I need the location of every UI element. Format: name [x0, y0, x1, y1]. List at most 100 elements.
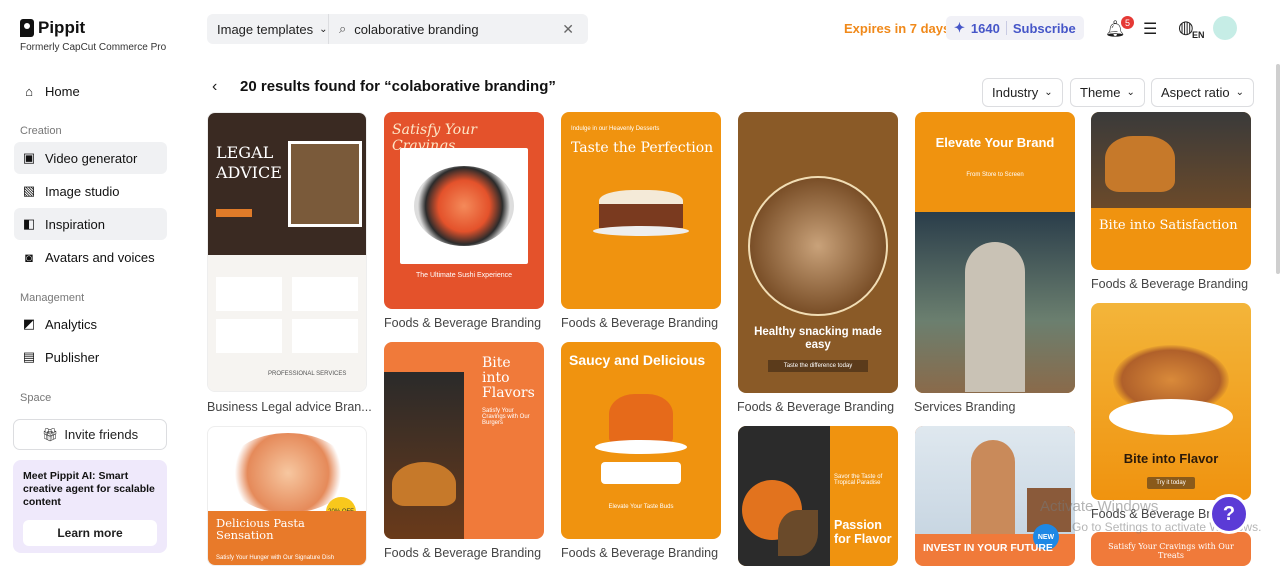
- card-image: [593, 184, 689, 246]
- template-card[interactable]: Satisfy Your Cravings The Ultimate Sushi…: [384, 112, 544, 309]
- sidebar-item-inspiration[interactable]: ◧ Inspiration: [14, 208, 167, 240]
- sidebar-item-label: Video generator: [45, 150, 138, 166]
- template-card[interactable]: NEW INVEST IN YOUR FUTURE: [915, 426, 1075, 566]
- template-card[interactable]: Savor the Taste of Tropical Paradise Pas…: [738, 426, 898, 566]
- card-art-title: LEGAL ADVICE: [216, 143, 282, 182]
- card-pedestal: [1109, 399, 1233, 435]
- home-icon: ⌂: [25, 83, 33, 99]
- calendar-icon: ▤: [22, 349, 36, 364]
- credits-pill: ✦ 1640 Subscribe: [946, 16, 1084, 40]
- card-art-sub: Satisfy Your Cravings with Our Burgers: [482, 408, 530, 426]
- avatar[interactable]: [1213, 16, 1237, 40]
- card-label[interactable]: Business Legal advice Bran...: [207, 400, 372, 414]
- card-label[interactable]: Foods & Beverage Branding: [561, 316, 718, 330]
- sparkle-icon: ✦: [954, 20, 965, 35]
- card-label[interactable]: Services Branding: [914, 400, 1015, 414]
- subscribe-button[interactable]: Subscribe: [1013, 21, 1076, 36]
- pippit-logo-icon: [20, 19, 34, 37]
- card-art-title: Passion for Flavor: [834, 518, 892, 546]
- video-icon: ▣: [22, 150, 36, 165]
- card-art-sub: Indulge in our Heavenly Desserts: [571, 126, 660, 132]
- language-label: EN: [1192, 30, 1205, 40]
- brand-name: Pippit: [38, 18, 86, 37]
- card-image: [595, 390, 687, 488]
- card-art-title: Saucy and Delicious: [569, 352, 706, 368]
- sidebar-item-label: Publisher: [45, 349, 100, 365]
- card-label[interactable]: Foods & Beverage Branding: [384, 546, 541, 560]
- template-card[interactable]: Indulge in our Heavenly Desserts Taste t…: [561, 112, 721, 309]
- card-art-title: Bite into Satisfaction: [1099, 218, 1238, 233]
- chevron-down-icon: ⌄: [1044, 87, 1053, 98]
- section-label-management: Management: [20, 292, 85, 304]
- card-tile: [292, 319, 358, 353]
- template-card[interactable]: Bite into Flavor Try it today: [1091, 303, 1251, 500]
- section-label-creation: Creation: [20, 125, 62, 137]
- template-card[interactable]: Saucy and Delicious Elevate Your Taste B…: [561, 342, 721, 539]
- filter-label: Aspect ratio: [1161, 85, 1230, 100]
- card-label[interactable]: Foods & Beverage Branding: [384, 316, 541, 330]
- card-label[interactable]: Foods & Beverage Branding: [737, 400, 894, 414]
- search-input[interactable]: colaborative branding: [354, 22, 478, 37]
- template-card[interactable]: Healthy snacking made easy Taste the dif…: [738, 112, 898, 393]
- card-image: [738, 426, 830, 566]
- filter-label: Industry: [992, 85, 1039, 100]
- brand-subtitle: Formerly CapCut Commerce Pro: [20, 42, 167, 53]
- sidebar-item-home[interactable]: ⌂ Home: [14, 75, 167, 107]
- close-icon[interactable]: ✕: [562, 21, 574, 38]
- layers-icon[interactable]: ☰: [1143, 19, 1157, 39]
- card-body: PROFESSIONAL SERVICES: [208, 255, 366, 391]
- sidebar-item-publisher[interactable]: ▤ Publisher: [14, 341, 167, 373]
- promo-card: Meet Pippit AI: Smart creative agent for…: [13, 460, 167, 553]
- template-card[interactable]: 20% OFF Delicious Pasta Sensation Satisf…: [207, 426, 367, 566]
- filter-theme[interactable]: Theme ⌄: [1070, 78, 1145, 107]
- template-card[interactable]: LEGAL ADVICE PROFESSIONAL SERVICES: [207, 112, 367, 392]
- help-button[interactable]: ?: [1209, 494, 1249, 534]
- card-art-title: Satisfy Your Cravings with Our Treats: [1108, 542, 1234, 560]
- template-type-label: Image templates: [217, 21, 314, 37]
- sidebar-item-image-studio[interactable]: ▧ Image studio: [14, 175, 167, 207]
- sidebar-item-avatars[interactable]: ◙ Avatars and voices: [14, 241, 167, 273]
- scrollbar[interactable]: [1276, 64, 1280, 274]
- brand-logo[interactable]: Pippit: [20, 18, 85, 38]
- template-card[interactable]: Bite into Flavors Satisfy Your Cravings …: [384, 342, 544, 539]
- question-icon: ?: [1222, 502, 1236, 525]
- card-image: [384, 372, 464, 539]
- card-art-title: Bite into Flavors: [482, 355, 535, 401]
- card-art-sub: PROFESSIONAL SERVICES: [268, 371, 347, 377]
- card-image: [288, 141, 362, 227]
- filter-label: Theme: [1080, 85, 1121, 100]
- template-card[interactable]: Satisfy Your Cravings with Our Treats: [1091, 532, 1251, 566]
- template-type-dropdown[interactable]: Image templates ⌄: [207, 14, 329, 44]
- learn-more-button[interactable]: Learn more: [23, 520, 157, 546]
- card-art-sub: Try it today: [1147, 477, 1195, 489]
- card-art-title: Elevate Your Brand: [935, 135, 1055, 150]
- section-label-space: Space: [20, 392, 52, 404]
- back-icon[interactable]: ‹: [212, 78, 217, 96]
- chevron-down-icon: ⌄: [319, 23, 328, 35]
- card-cta: [216, 209, 252, 217]
- card-tile: [216, 319, 282, 353]
- card-art-title: INVEST IN YOUR FUTURE: [923, 542, 1053, 554]
- template-card[interactable]: Bite into Satisfaction: [1091, 112, 1251, 270]
- sidebar-item-analytics[interactable]: ◩ Analytics: [14, 308, 167, 340]
- credits-count: 1640: [970, 20, 1000, 36]
- divider: [1005, 21, 1007, 35]
- analytics-icon: ◩: [22, 316, 36, 331]
- card-art-sub: From Store to Screen: [966, 172, 1024, 178]
- search-field[interactable]: ⌕ colaborative branding: [329, 21, 588, 37]
- card-body: Delicious Pasta Sensation Satisfy Your H…: [208, 511, 366, 565]
- invite-friends-button[interactable]: 🎁︎ Invite friends: [13, 419, 167, 450]
- sidebar-item-label: Home: [45, 83, 80, 99]
- template-card[interactable]: Elevate Your Brand From Store to Screen: [915, 112, 1075, 393]
- filter-industry[interactable]: Industry ⌄: [982, 78, 1063, 107]
- card-image: [1091, 112, 1251, 208]
- card-art-title: Healthy snacking made easy: [754, 326, 882, 351]
- filter-aspect-ratio[interactable]: Aspect ratio ⌄: [1151, 78, 1255, 107]
- sidebar-item-video-generator[interactable]: ▣ Video generator: [14, 142, 167, 174]
- card-art-title: Delicious Pasta Sensation: [216, 516, 305, 542]
- notification-badge: 5: [1121, 16, 1134, 29]
- sidebar-item-label: Avatars and voices: [45, 249, 155, 265]
- card-label[interactable]: Foods & Beverage Branding: [1091, 277, 1248, 291]
- card-label[interactable]: Foods & Beverage Branding: [561, 546, 718, 560]
- card-thumbnail: LEGAL ADVICE: [208, 113, 366, 255]
